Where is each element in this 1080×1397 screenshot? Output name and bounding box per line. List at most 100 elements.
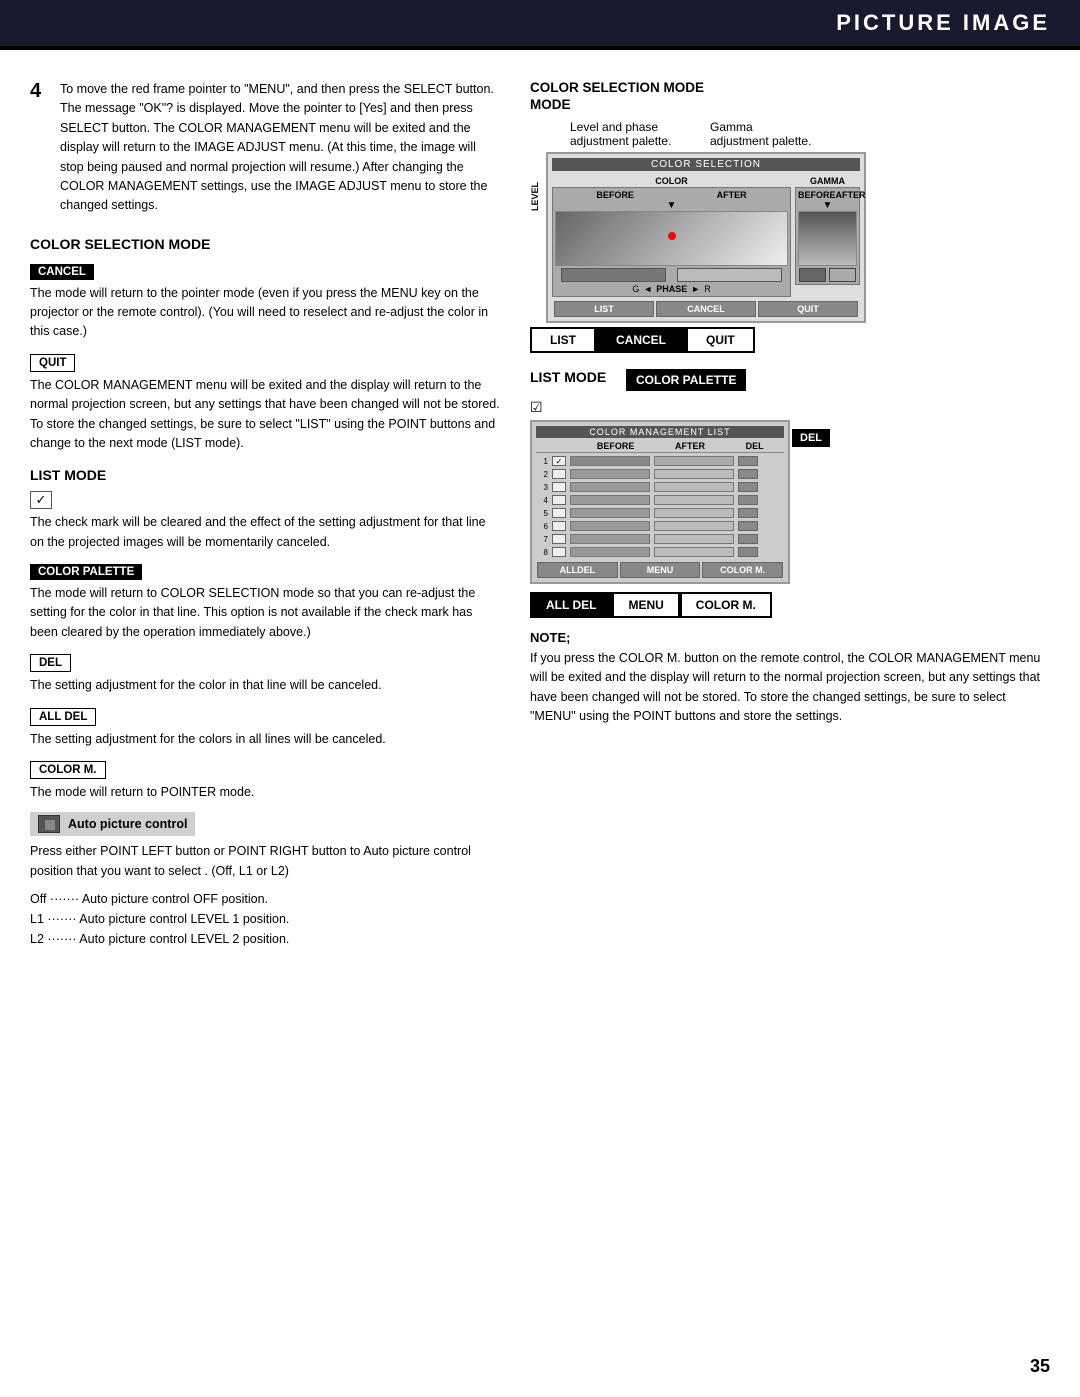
step-number: 4	[30, 80, 50, 216]
quit-label: QUIT	[30, 354, 75, 372]
step-4-intro: 4 To move the red frame pointer to "MENU…	[30, 80, 500, 216]
red-dot-indicator	[668, 232, 676, 240]
colorm-small-btn: COLOR M.	[702, 562, 783, 578]
auto-picture-intro: Press either POINT LEFT button or POINT …	[30, 842, 500, 881]
arrow-down-icon: ▼	[555, 200, 788, 211]
gamma-arrow-icon: ▼	[798, 200, 857, 211]
list-mode-area: LIST MODE COLOR PALETTE	[530, 369, 1050, 391]
cm-check-arrow: ☑	[530, 399, 790, 416]
header-divider	[0, 49, 1080, 50]
diag-label-level-phase: Level and phase adjustment palette.	[570, 120, 710, 148]
color-col-header: COLOR	[552, 175, 791, 187]
color-palette-left: COLOR BEFORE AFTER ▼	[552, 175, 791, 297]
table-row: 8	[536, 546, 784, 558]
palette-bottom-buttons: LIST CANCEL QUIT	[552, 301, 860, 317]
del-right-btn[interactable]: DEL	[792, 429, 830, 447]
page-number: 35	[1030, 1356, 1050, 1377]
note-text: If you press the COLOR M. button on the …	[530, 649, 1050, 727]
cm-list-relative: ☑ COLOR MANAGEMENT LIST BEFORE AFTER DEL…	[530, 399, 790, 584]
before-after-labels: BEFORE AFTER	[555, 190, 788, 200]
level-label: LEVEL	[530, 182, 540, 211]
quit-description: The COLOR MANAGEMENT menu will be exited…	[30, 376, 500, 454]
auto-pic-item-l2: L2 ······· Auto picture control LEVEL 2 …	[30, 929, 500, 949]
right-cs-title2: MODE	[530, 97, 1050, 112]
checkmark-description: The check mark will be cleared and the e…	[30, 513, 500, 552]
cm-list-header: BEFORE AFTER DEL	[536, 440, 784, 453]
gamma-grid	[798, 211, 857, 266]
quit-small-btn: QUIT	[758, 301, 858, 317]
cm-main-buttons: ALL DEL MENU COLOR M.	[530, 592, 1050, 618]
note-section: NOTE; If you press the COLOR M. button o…	[530, 630, 1050, 727]
cm-bottom-buttons: ALLDEL MENU COLOR M.	[536, 562, 784, 578]
gamma-palette-right: GAMMA BEFORE AFTER ▼	[795, 175, 860, 297]
gamma-before-after: BEFORE AFTER	[798, 190, 857, 200]
cm-list-container: COLOR MANAGEMENT LIST BEFORE AFTER DEL 1…	[530, 420, 790, 584]
gamma-before-swatch	[799, 268, 826, 282]
cancel-description: The mode will return to the pointer mode…	[30, 284, 500, 342]
list-small-btn: LIST	[554, 301, 654, 317]
color-palette-label: COLOR PALETTE	[30, 564, 142, 580]
alldel-small-btn: ALLDEL	[537, 562, 618, 578]
color-m-label: COLOR M.	[30, 761, 106, 779]
color-m-description: The mode will return to POINTER mode.	[30, 783, 500, 802]
after-swatch	[677, 268, 782, 282]
diag-label-gamma: Gamma adjustment palette.	[710, 120, 811, 148]
color-m-main-btn[interactable]: COLOR M.	[680, 592, 772, 618]
menu-small-btn: MENU	[620, 562, 701, 578]
auto-pic-item-l1: L1 ······· Auto picture control LEVEL 1 …	[30, 909, 500, 929]
all-del-main-btn[interactable]: ALL DEL	[530, 592, 612, 618]
cm-list-rows: 1 ✓ 2 3	[536, 455, 784, 558]
auto-picture-label: Auto picture control	[68, 817, 187, 831]
right-column: COLOR SELECTION MODE MODE Level and phas…	[520, 80, 1050, 949]
color-selection-mode-heading: COLOR SELECTION MODE	[30, 236, 500, 252]
gamma-swatches	[798, 268, 857, 282]
color-palette-right-btn[interactable]: COLOR PALETTE	[626, 369, 746, 391]
table-row: 6	[536, 520, 784, 532]
note-heading: NOTE;	[530, 630, 1050, 645]
right-cs-title: COLOR SELECTION MODE	[530, 80, 1050, 95]
gamma-col-header: GAMMA	[795, 175, 860, 187]
color-grid-area	[555, 211, 788, 266]
auto-pic-item-off: Off ······· Auto picture control OFF pos…	[30, 889, 500, 909]
auto-picture-banner: Auto picture control	[30, 812, 195, 836]
menu-main-btn[interactable]: MENU	[612, 592, 679, 618]
list-mode-right-label: LIST MODE	[530, 369, 610, 385]
diagram-label-row: Level and phase adjustment palette. Gamm…	[530, 120, 1050, 148]
table-row: 3	[536, 481, 784, 493]
gamma-palette-area: BEFORE AFTER ▼	[795, 187, 860, 285]
palette-container: COLOR SELECTION COLOR BEFORE AFTER ▼	[546, 152, 866, 323]
palette-diagram-area: LEVEL COLOR SELECTION COLOR BEFORE AFTER	[530, 152, 1050, 323]
cm-list-title: COLOR MANAGEMENT LIST	[536, 426, 784, 438]
cancel-label: CANCEL	[30, 264, 94, 280]
del-label: DEL	[30, 654, 71, 672]
cancel-small-btn: CANCEL	[656, 301, 756, 317]
page-header: PICTURE IMAGE	[0, 0, 1080, 49]
auto-picture-icon	[38, 815, 60, 833]
table-row: 5	[536, 507, 784, 519]
main-content: 4 To move the red frame pointer to "MENU…	[0, 60, 1080, 969]
color-palette-area: BEFORE AFTER ▼	[552, 187, 791, 297]
palette-title-bar: COLOR SELECTION	[552, 158, 860, 171]
page-title: PICTURE IMAGE	[836, 10, 1050, 35]
left-column: 4 To move the red frame pointer to "MENU…	[30, 80, 520, 949]
del-description: The setting adjustment for the color in …	[30, 676, 500, 695]
table-row: 2	[536, 468, 784, 480]
list-mode-heading: LIST MODE	[30, 467, 500, 483]
checkmark-icon: ✓	[30, 491, 52, 509]
table-row: 1 ✓	[536, 455, 784, 467]
cancel-main-btn[interactable]: CANCEL	[596, 327, 686, 353]
quit-main-btn[interactable]: QUIT	[686, 327, 755, 353]
table-row: 4	[536, 494, 784, 506]
before-swatch	[561, 268, 666, 282]
after-swatch-row	[555, 268, 788, 282]
cs-main-buttons: LIST CANCEL QUIT	[530, 327, 1050, 353]
all-del-label: ALL DEL	[30, 708, 96, 726]
step-4-text: To move the red frame pointer to "MENU",…	[60, 80, 500, 216]
table-row: 7	[536, 533, 784, 545]
list-main-btn[interactable]: LIST	[530, 327, 596, 353]
auto-picture-list: Off ······· Auto picture control OFF pos…	[30, 889, 500, 949]
color-palette-description: The mode will return to COLOR SELECTION …	[30, 584, 500, 642]
phase-row: G ◄ PHASE ► R	[555, 284, 788, 294]
all-del-description: The setting adjustment for the colors in…	[30, 730, 500, 749]
gamma-after-swatch	[829, 268, 856, 282]
